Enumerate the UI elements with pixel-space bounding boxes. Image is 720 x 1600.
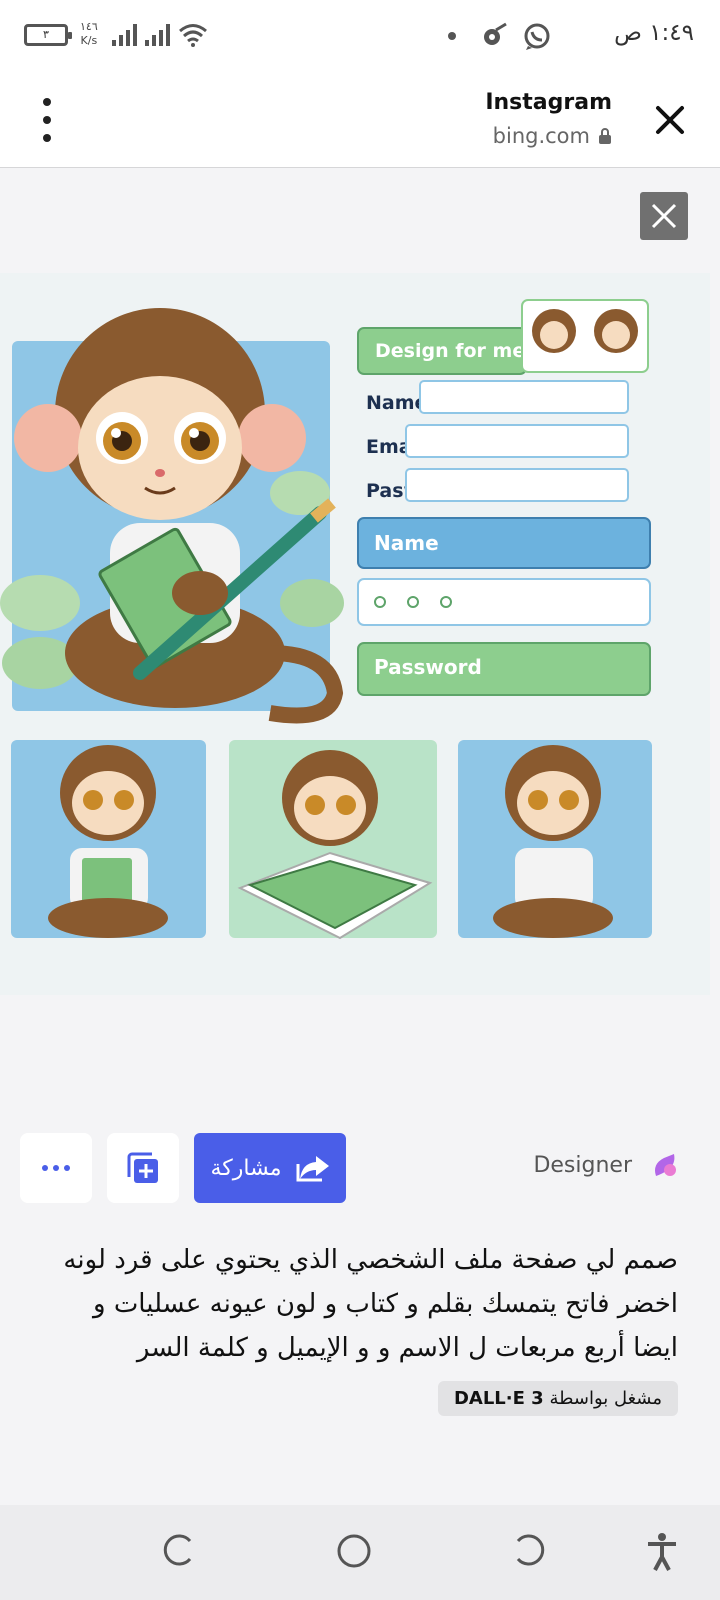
designer-label: Designer xyxy=(533,1152,632,1178)
mockup-illustration: Design for me Name Email Pasword Name Pa… xyxy=(0,299,652,940)
network-speed-value: ١٤٦ xyxy=(80,20,98,33)
signal-icon xyxy=(112,24,170,46)
name-button-text: Name xyxy=(374,531,439,555)
wifi-icon xyxy=(179,24,207,47)
back-icon[interactable] xyxy=(514,1533,548,1567)
password-button-text: Password xyxy=(374,655,482,679)
share-icon xyxy=(296,1156,329,1182)
designer-credit: Designer xyxy=(533,1150,680,1180)
notification-dot-icon xyxy=(448,32,456,40)
add-to-collection-button[interactable] xyxy=(107,1133,179,1203)
system-nav-bar xyxy=(0,1505,720,1600)
badge-prefix: مشغل بواسطة xyxy=(549,1388,662,1409)
close-tab-button[interactable] xyxy=(642,92,698,148)
share-button[interactable]: مشاركة xyxy=(194,1133,346,1203)
battery-icon: ٣ xyxy=(24,24,72,46)
close-icon xyxy=(651,203,677,229)
page-title: Instagram xyxy=(485,90,612,115)
close-icon xyxy=(656,106,684,134)
generated-image[interactable]: Design for me Name Email Pasword Name Pa… xyxy=(0,273,710,995)
powered-by-badge: مشغل بواسطة DALL·E 3 xyxy=(437,1381,678,1416)
status-bar: ٣ ١٤٦ K/s ١:٤٩ ص xyxy=(0,0,720,72)
whatsapp-icon xyxy=(524,23,550,50)
accessibility-icon[interactable] xyxy=(646,1533,678,1571)
page-url[interactable]: bing.com xyxy=(493,124,612,148)
add-collection-icon xyxy=(127,1152,158,1183)
badge-model: DALL·E 3 xyxy=(453,1388,544,1409)
url-text: bing.com xyxy=(492,124,590,148)
designer-logo-icon xyxy=(655,1154,676,1176)
close-image-button[interactable] xyxy=(640,192,688,240)
gear-icon xyxy=(484,22,507,45)
home-icon[interactable] xyxy=(336,1533,372,1569)
network-speed-unit: K/s xyxy=(80,34,98,47)
clock: ١:٤٩ ص xyxy=(614,20,694,46)
network-speed: ١٤٦ K/s xyxy=(80,20,98,48)
prompt-text: صمم لي صفحة ملف الشخصي الذي يحتوي على قر… xyxy=(63,1245,678,1363)
lock-icon xyxy=(599,128,611,144)
name-label: Name xyxy=(366,392,427,414)
browser-toolbar: Instagram bing.com xyxy=(0,72,720,168)
recents-icon[interactable] xyxy=(160,1533,194,1567)
share-label: مشاركة xyxy=(210,1155,282,1181)
more-options-icon[interactable] xyxy=(32,98,62,142)
battery-level: ٣ xyxy=(43,28,49,41)
design-for-me-text: Design for me xyxy=(375,340,525,362)
more-actions-button[interactable] xyxy=(20,1133,92,1203)
